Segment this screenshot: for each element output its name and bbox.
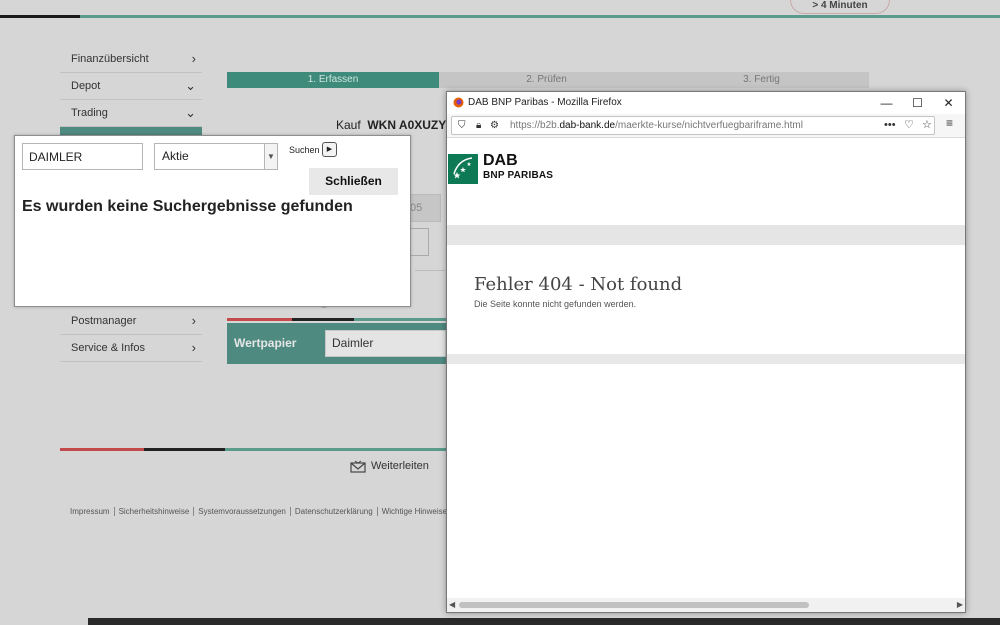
footer-link-sicherheit[interactable]: Sicherheitshinweise [114,507,195,516]
chevron-right-icon: › [191,340,196,355]
divider [447,137,965,138]
search-popup: Aktie ▼ Suchen ▶ Schließen Es wurden kei… [14,135,411,307]
order-type: Kauf [336,118,361,132]
play-icon: ▶ [326,146,333,153]
navigation-bar: ⛉ 🔒︎ ⚙︎ https://b2b.dab-bank.de/maerkte-… [447,114,965,137]
taskbar [88,618,1000,625]
sidebar-item-postmanager[interactable]: Postmanager › [60,308,202,335]
step-erfassen: 1. Erfassen [227,72,439,88]
page-band [447,354,965,364]
footer-line-black [144,448,225,451]
shield-icon[interactable]: ⛉ [458,117,466,134]
header-accent-dark [0,15,80,18]
hamburger-menu-icon[interactable]: ≡ [946,116,953,130]
pocket-icon[interactable]: ♡ [904,117,914,134]
bnp-paribas-logo [448,154,478,184]
divider [415,270,445,271]
url-bar[interactable]: ⛉ 🔒︎ ⚙︎ https://b2b.dab-bank.de/maerkte-… [451,116,935,135]
sidebar-item-label: Trading [71,107,108,119]
sidebar-item-finanzuebersicht[interactable]: Finanzübersicht › [60,46,202,73]
footer-link-hinweise[interactable]: Wichtige Hinweise und [378,507,446,516]
order-steps: 1. Erfassen 2. Prüfen 3. Fertig [227,72,869,88]
footer-link-datenschutz[interactable]: Datenschutzerklärung [290,507,378,516]
sidebar-item-depot[interactable]: Depot ⌄ [60,73,202,100]
minimize-button[interactable]: — [870,92,903,114]
url-domain: dab-bank.de [559,120,616,131]
footer-line-red [60,448,144,451]
maximize-button[interactable]: ☐ [901,92,934,114]
sidebar-item-label: Postmanager [71,315,137,327]
scroll-left-icon[interactable]: ◀ [449,600,455,609]
forward-label: Weiterleiten [371,460,429,472]
order-wkn: WKN A0XUZY [367,118,447,132]
chevron-right-icon: › [191,313,196,328]
envelope-icon [350,460,366,473]
url-prefix: https://b2b. [510,120,560,131]
search-input[interactable] [22,143,143,170]
footer-links: Impressum Sicherheitshinweise Systemvoraus… [70,507,446,516]
sidebar-item-label: Service & Infos [71,342,145,354]
step-pruefen: 2. Prüfen [526,74,567,85]
footer-line-green [225,448,446,451]
wertpapier-label: Wertpapier [234,336,297,350]
type-select[interactable]: Aktie ▼ [154,143,278,170]
brand-name: DAB [483,152,518,169]
footer-link-system[interactable]: Systemvoraussetzungen [194,507,291,516]
error-message: Die Seite konnte nicht gefunden werden. [474,299,637,309]
session-timer: > 4 Minuten [790,0,890,14]
page-actions-icon[interactable]: ••• [884,117,896,134]
url-path: /maerkte-kurse/nichtverfuegbariframe.htm… [615,120,803,131]
horizontal-scrollbar[interactable]: ◀ ▶ [447,598,965,612]
sidebar-item-label: Depot [71,80,101,92]
page-band [447,225,965,245]
accent-line-green [354,318,446,321]
window-title: DAB BNP Paribas - Mozilla Firefox [468,97,622,108]
chevron-down-icon: ⌄ [185,78,196,93]
forward-link[interactable]: Weiterleiten [350,459,429,473]
chevron-down-icon: ⌄ [185,105,196,120]
order-heading: Kauf WKN A0XUZY [336,118,446,132]
firefox-icon [453,97,464,108]
chevron-down-icon[interactable]: ▼ [264,144,277,169]
accent-line-red [227,318,292,321]
lock-icon[interactable]: 🔒︎ [476,117,481,134]
permissions-icon[interactable]: ⚙︎ [490,117,499,134]
sidebar-item-service-infos[interactable]: Service & Infos › [60,335,202,362]
header-accent-green [80,15,1000,18]
stars-icon [453,157,473,179]
no-results-message: Es wurden keine Suchergebnisse gefunden [22,198,353,215]
bookmark-star-icon[interactable]: ☆ [922,117,932,134]
footer-link-impressum[interactable]: Impressum [70,507,115,516]
firefox-window: DAB BNP Paribas - Mozilla Firefox — ☐ ✕ … [446,91,966,613]
brand-subtitle: BNP PARIBAS [483,170,554,181]
close-button[interactable]: Schließen [309,168,398,195]
type-select-value: Aktie [162,149,189,163]
search-button[interactable]: ▶ [322,142,337,157]
close-window-button[interactable]: ✕ [932,92,965,114]
url-text[interactable]: https://b2b.dab-bank.de/maerkte-kurse/ni… [510,117,803,134]
sidebar-item-trading[interactable]: Trading ⌄ [60,100,202,127]
window-titlebar: DAB BNP Paribas - Mozilla Firefox — ☐ ✕ [447,92,965,114]
search-label: Suchen [289,145,320,155]
chevron-right-icon: › [191,51,196,66]
accent-line-black [292,318,354,321]
sidebar-item-label: Finanzübersicht [71,53,149,65]
step-fertig: 3. Fertig [743,74,780,85]
error-title: Fehler 404 - Not found [474,274,683,295]
scroll-right-icon[interactable]: ▶ [957,600,963,609]
wertpapier-input[interactable]: Daimler [325,330,446,357]
scrollbar-thumb[interactable] [459,602,809,608]
